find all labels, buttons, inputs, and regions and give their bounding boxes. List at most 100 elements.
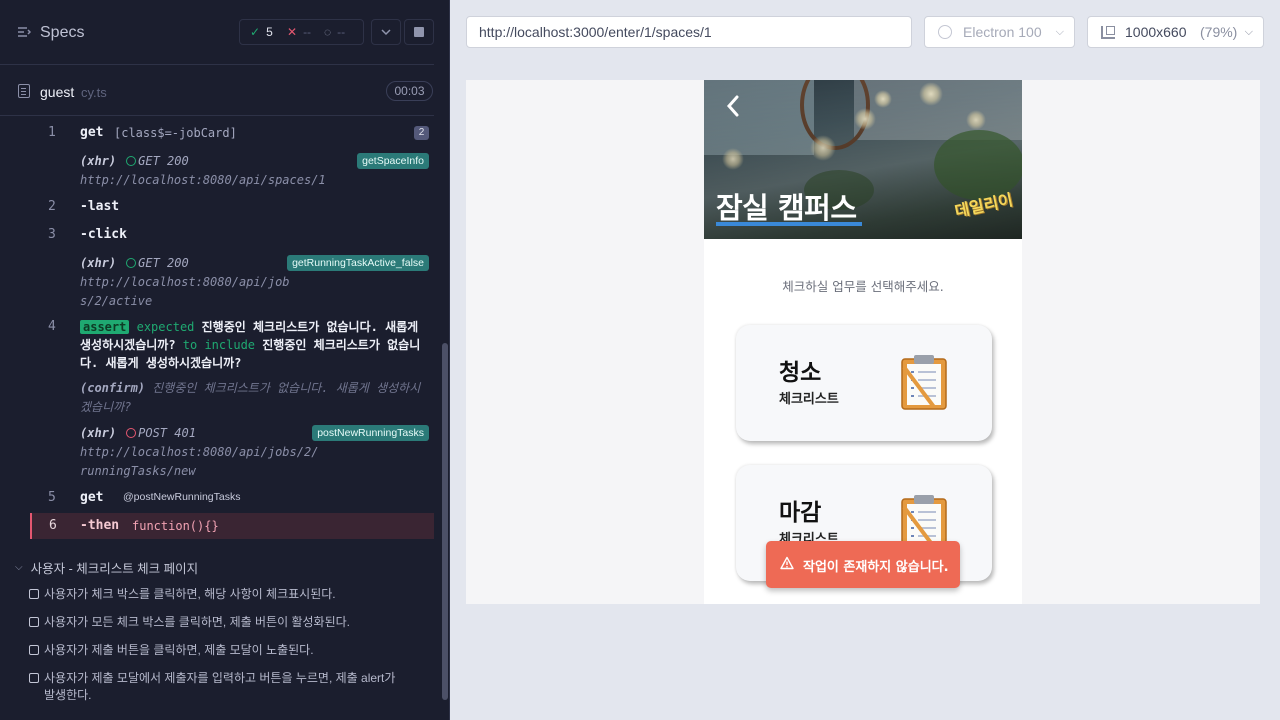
xhr-log[interactable]: (xhr) GET 200 <box>80 256 189 270</box>
spec-file-name: guest <box>40 84 75 100</box>
assert-expected-keyword: expected <box>136 320 195 334</box>
chevron-down-icon: ⌵ <box>15 562 23 573</box>
menu-icon[interactable] <box>17 25 31 39</box>
spinner-icon: ◌ <box>324 25 332 39</box>
browser-selector[interactable]: Electron 100 ⌵ <box>924 16 1075 48</box>
stats-box: ✓ 5 ✕ -- ◌ -- <box>239 19 364 45</box>
job-card[interactable]: 청소 체크리스트 <box>736 325 992 441</box>
spec-duration: 00:03 <box>386 81 433 101</box>
alias-badge: getRunningTaskActive_false <box>287 255 429 271</box>
spec-file-row[interactable]: guest cy.ts 00:03 <box>0 66 434 116</box>
command-message: [class$=-jobCard] <box>114 126 237 140</box>
test-item[interactable]: 사용자가 체크 박스를 클릭하면, 해당 사항이 체크표시된다. <box>29 586 409 603</box>
pending-count: -- <box>337 25 346 39</box>
command-number: 5 <box>48 490 56 505</box>
status-error-icon <box>126 428 137 438</box>
error-toast: 작업이 존재하지 않습니다. <box>766 541 960 588</box>
app-root: 데일리이 잠실 캠퍼스 체크하실 업무를 선택해주세요. 청소 체크리스트 마감… <box>704 80 1022 604</box>
test-title: 사용자가 제출 버튼을 클릭하면, 제출 모달이 노출된다. <box>44 643 314 657</box>
xhr-method-status: GET 200 <box>138 154 189 168</box>
reporter-scrollbar-thumb[interactable] <box>442 343 448 700</box>
test-item[interactable]: 사용자가 모든 체크 박스를 클릭하면, 제출 버튼이 활성화된다. <box>29 614 409 631</box>
viewport-size: 1000x660 <box>1125 24 1187 40</box>
command-number: 2 <box>48 199 56 214</box>
alias-badge: getSpaceInfo <box>357 153 429 169</box>
job-subtitle: 체크리스트 <box>779 392 839 407</box>
x-icon: ✕ <box>287 25 298 39</box>
assert-tag: assert <box>80 320 130 334</box>
space-hero-image: 데일리이 잠실 캠퍼스 <box>704 80 1022 239</box>
command-log: 1 get [class$=-jobCard] 2 (xhr) GET 200 g… <box>0 116 434 546</box>
failed-command-row[interactable]: 6 -then function(){} <box>30 513 434 539</box>
suite-title-text: 사용자 - 체크리스트 체크 페이지 <box>30 562 199 576</box>
command-number: 3 <box>48 227 56 242</box>
xhr-url: http://localhost:8080/api/jobs/2/active <box>80 275 290 308</box>
assert-include-keyword: to include <box>182 338 256 352</box>
status-ok-icon <box>126 258 137 268</box>
pending-test-icon <box>29 589 39 599</box>
specs-header: Specs ✓ 5 ✕ -- ◌ -- <box>0 0 434 65</box>
command-number: 4 <box>48 319 56 334</box>
alias-badge: postNewRunningTasks <box>312 425 429 441</box>
electron-icon <box>938 25 952 39</box>
toast-message: 작업이 존재하지 않습니다. <box>803 560 949 575</box>
stop-button[interactable] <box>404 19 434 45</box>
xhr-log[interactable]: (xhr) GET 200 <box>80 154 189 168</box>
passed-stat: ✓ 5 <box>250 25 273 39</box>
warning-icon <box>780 556 794 570</box>
file-icon <box>18 84 30 98</box>
assert-log[interactable]: assert expected 진행중인 체크리스트가 없습니다. 새롭게 생성… <box>80 318 432 372</box>
pending-stat: ◌ -- <box>324 25 345 39</box>
xhr-log[interactable]: (xhr) POST 401 <box>80 426 196 440</box>
check-icon: ✓ <box>250 25 261 39</box>
command-name[interactable]: -last <box>80 199 119 214</box>
viewport-selector[interactable]: 1000x660 (79%) ⌵ <box>1087 16 1264 48</box>
chevron-down-icon: ⌵ <box>1244 26 1253 38</box>
command-number: 1 <box>48 125 56 140</box>
job-title: 청소 <box>779 360 822 386</box>
browser-label: Electron 100 <box>963 24 1042 40</box>
suite-title[interactable]: ⌵ 사용자 - 체크리스트 체크 페이지 <box>15 558 198 577</box>
command-name[interactable]: get <box>80 490 103 505</box>
aut-url-bar[interactable]: http://localhost:3000/enter/1/spaces/1 <box>466 16 912 48</box>
xhr-method-status: POST 401 <box>138 426 196 440</box>
test-title: 사용자가 제출 모달에서 제출자를 입력하고 버튼을 누르면, 제출 alert… <box>44 671 396 702</box>
clipboard-icon <box>901 355 947 410</box>
test-title: 사용자가 체크 박스를 클릭하면, 해당 사항이 체크표시된다. <box>44 587 336 601</box>
xhr-label: (xhr) <box>80 426 117 440</box>
failed-stat: ✕ -- <box>287 25 311 39</box>
command-name: -then <box>80 518 120 533</box>
xhr-url: http://localhost:8080/api/spaces/1 <box>80 173 326 187</box>
test-item[interactable]: 사용자가 제출 모달에서 제출자를 입력하고 버튼을 누르면, 제출 alert… <box>29 670 401 704</box>
viewport-icon <box>1101 26 1115 39</box>
back-button[interactable] <box>724 94 748 122</box>
instruction-text: 체크하실 업무를 선택해주세요. <box>782 279 944 294</box>
pending-test-icon <box>29 645 39 655</box>
stop-icon <box>414 27 424 37</box>
specs-title[interactable]: Specs <box>40 24 84 42</box>
panel-resize-handle[interactable] <box>449 0 450 720</box>
test-item[interactable]: 사용자가 제출 버튼을 클릭하면, 제출 모달이 노출된다. <box>29 642 409 659</box>
pending-test-icon <box>29 617 39 627</box>
command-message: @postNewRunningTasks <box>123 491 241 503</box>
passed-count: 5 <box>266 25 273 39</box>
job-title: 마감 <box>779 500 822 526</box>
confirm-label: (confirm) <box>80 381 146 395</box>
element-count-badge: 2 <box>414 126 429 140</box>
status-ok-icon <box>126 156 137 166</box>
xhr-url: http://localhost:8080/api/jobs/2/running… <box>80 445 319 478</box>
command-name[interactable]: get <box>80 125 103 140</box>
space-title: 잠실 캠퍼스 <box>716 191 857 225</box>
command-name[interactable]: -click <box>80 227 127 242</box>
chevron-down-icon <box>381 29 391 36</box>
xhr-label: (xhr) <box>80 256 117 270</box>
xhr-label: (xhr) <box>80 154 117 168</box>
test-title: 사용자가 모든 체크 박스를 클릭하면, 제출 버튼이 활성화된다. <box>44 615 351 629</box>
command-message: function(){} <box>132 519 219 533</box>
pending-test-icon <box>29 673 39 683</box>
confirm-log[interactable]: (confirm) 진행중인 체크리스트가 없습니다. 새롭게 생성하시겠습니까… <box>80 379 430 416</box>
spec-file-ext: cy.ts <box>81 85 107 100</box>
run-options-button[interactable] <box>371 19 401 45</box>
command-number: 6 <box>49 518 57 533</box>
xhr-method-status: GET 200 <box>138 256 189 270</box>
